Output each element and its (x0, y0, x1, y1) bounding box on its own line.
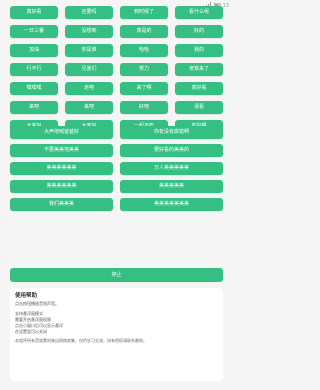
sound-button[interactable]: 到时候了 (120, 6, 168, 19)
sound-button[interactable]: 请看 (175, 101, 223, 114)
sound-button[interactable]: 来吧 (65, 101, 113, 114)
sound-button[interactable]: 我的 (175, 44, 223, 57)
sound-button[interactable]: 嘿嘿嘿 (10, 82, 58, 95)
wide-sound-button[interactable]: 你有没有搞错啊 (120, 126, 223, 139)
wide-sound-button[interactable]: 万人美美美美美 (120, 162, 223, 175)
sound-button[interactable]: 真好看 (10, 6, 58, 19)
sound-button[interactable]: 加油 (10, 44, 58, 57)
sound-button[interactable]: 兄弟们 (65, 63, 113, 76)
wide-sound-button-grid: 大声地喊爸爸好 你有没有搞错啊 不要美美地美美 要好看的美美的 美美美美美美 万… (10, 126, 223, 211)
sound-button[interactable]: 你是谁 (65, 44, 113, 57)
help-line: 在设置里可以关闭 (15, 329, 47, 334)
wide-sound-button[interactable]: 美美美美美美 (10, 180, 113, 193)
sound-button[interactable]: 努力 (120, 63, 168, 76)
sound-button[interactable]: 还要吗 (65, 6, 113, 19)
wide-sound-button[interactable]: 美美美美美美美 (120, 198, 223, 211)
sound-button[interactable]: 老铁来了 (175, 63, 223, 76)
sound-button[interactable]: 来了啊 (120, 82, 168, 95)
help-panel: 使用帮助 点击按钮播放音效声音。 支持悬浮窗模式 需要开启悬浮窗权限 点击小窗口… (10, 288, 223, 381)
sound-button[interactable]: 没想到 (65, 25, 113, 38)
wide-sound-button[interactable]: 美美美美美 (120, 180, 223, 193)
wide-sound-button[interactable]: 要好看的美美的 (120, 144, 223, 157)
sound-button[interactable]: 好的 (175, 25, 223, 38)
wide-sound-button[interactable]: 我们美美美 (10, 198, 113, 211)
sound-button[interactable]: 真好看 (175, 82, 223, 95)
wide-sound-button[interactable]: 大声地喊爸爸好 (10, 126, 113, 139)
wide-sound-button[interactable]: 不要美美地美美 (10, 144, 113, 157)
sound-button[interactable]: 一日三餐 (10, 25, 58, 38)
sound-button[interactable]: 好吧 (120, 101, 168, 114)
sound-button-grid: 真好看 还要吗 到时候了 看什么呢 一日三餐 没想到 真是的 好的 加油 你是谁… (10, 6, 223, 133)
wide-sound-button[interactable]: 美美美美美美 (10, 162, 113, 175)
sound-button[interactable]: 真是的 (120, 25, 168, 38)
help-title: 使用帮助 (15, 293, 38, 299)
status-time: 13 (222, 2, 229, 9)
sound-button[interactable]: 看什么呢 (175, 6, 223, 19)
sound-button[interactable]: 走吧 (65, 82, 113, 95)
help-note: 本程序所有音效素材来自网络收集，仅供学习交流，如有侵权请联系删除。 (15, 338, 147, 343)
sound-button[interactable]: 行不行 (10, 63, 58, 76)
sound-button[interactable]: 哈哈 (120, 44, 168, 57)
sound-button[interactable]: 来吧 (10, 101, 58, 114)
stop-button[interactable]: 停止 (10, 268, 223, 282)
